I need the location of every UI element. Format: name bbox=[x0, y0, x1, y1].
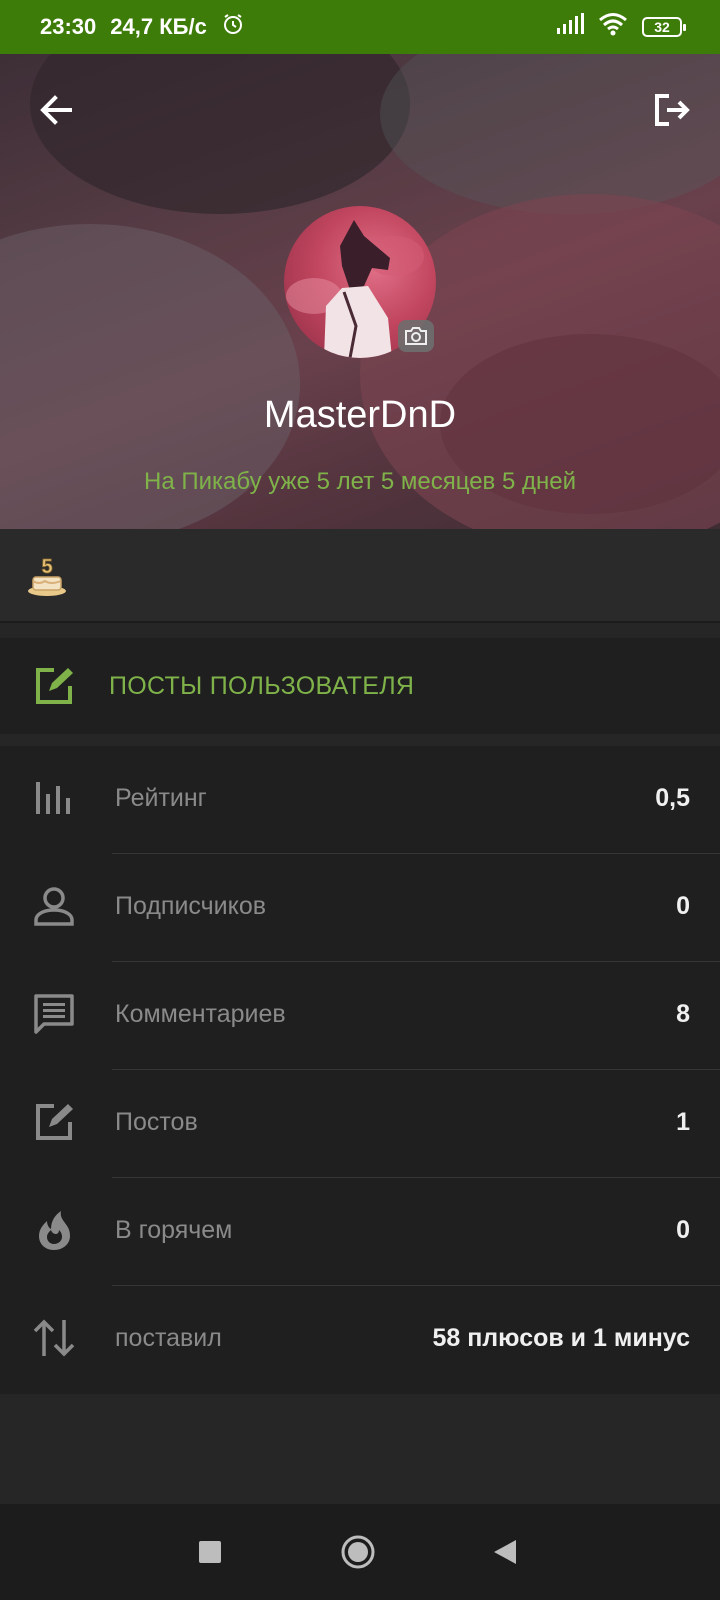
stat-value: 0,5 bbox=[655, 784, 690, 812]
alarm-icon bbox=[221, 12, 245, 42]
stats-list: Рейтинг 0,5 Подписчиков 0 Комментариев 8… bbox=[0, 746, 720, 1394]
signal-icon bbox=[556, 13, 584, 41]
logout-button[interactable] bbox=[648, 86, 696, 134]
stat-value: 1 bbox=[676, 1108, 690, 1136]
stat-value: 0 bbox=[676, 892, 690, 920]
five-years-cake-icon[interactable]: 5 bbox=[26, 551, 68, 597]
stat-row-subscribers[interactable]: Подписчиков 0 bbox=[0, 854, 720, 962]
arrow-left-icon bbox=[40, 95, 72, 125]
member-since: На Пикабу уже 5 лет 5 месяцев 5 дней bbox=[144, 468, 576, 495]
stat-row-comments[interactable]: Комментариев 8 bbox=[0, 962, 720, 1070]
back-button[interactable] bbox=[32, 86, 80, 134]
stat-row-posts[interactable]: Постов 1 bbox=[0, 1070, 720, 1178]
svg-text:5: 5 bbox=[41, 556, 52, 578]
wifi-icon bbox=[598, 12, 628, 42]
camera-icon[interactable] bbox=[398, 320, 434, 352]
network-speed: 24,7 КБ/с bbox=[110, 14, 207, 39]
stat-value: 0 bbox=[676, 1216, 690, 1244]
stat-label: Рейтинг bbox=[115, 784, 207, 812]
comment-icon bbox=[32, 992, 76, 1036]
logout-icon bbox=[655, 94, 690, 126]
sort-arrows-icon bbox=[32, 1316, 76, 1360]
stat-value: 58 плюсов и 1 минус bbox=[432, 1324, 690, 1352]
recents-button[interactable] bbox=[198, 1540, 222, 1569]
username: MasterDnD bbox=[263, 394, 457, 436]
profile-header: MasterDnD На Пикабу уже 5 лет 5 месяцев … bbox=[0, 54, 720, 529]
stat-value: 8 bbox=[676, 1000, 690, 1028]
circle-icon bbox=[341, 1535, 375, 1569]
stat-row-hot[interactable]: В горячем 0 bbox=[0, 1178, 720, 1286]
person-icon bbox=[32, 884, 76, 928]
awards-strip: 5 bbox=[0, 529, 720, 623]
stat-label: Подписчиков bbox=[115, 892, 267, 920]
battery-icon: 32 bbox=[642, 17, 686, 37]
status-bar: 23:30 24,7 КБ/с 32 bbox=[0, 0, 720, 54]
triangle-back-icon bbox=[494, 1540, 516, 1564]
edit-icon bbox=[34, 666, 74, 711]
edit-icon bbox=[32, 1100, 76, 1144]
rating-bars-icon bbox=[32, 776, 76, 820]
status-time: 23:30 bbox=[40, 14, 97, 39]
square-icon bbox=[199, 1541, 221, 1563]
user-posts-button[interactable]: ПОСТЫ ПОЛЬЗОВАТЕЛЯ bbox=[0, 638, 720, 734]
fire-icon bbox=[32, 1208, 76, 1252]
stat-row-votes: поставил 58 плюсов и 1 минус bbox=[0, 1286, 720, 1394]
stat-row-rating: Рейтинг 0,5 bbox=[0, 746, 720, 854]
home-button[interactable] bbox=[340, 1534, 376, 1575]
stat-label: поставил bbox=[115, 1324, 222, 1352]
stat-label: Постов bbox=[115, 1108, 198, 1136]
stat-label: Комментариев bbox=[115, 1000, 286, 1028]
user-posts-label: ПОСТЫ ПОЛЬЗОВАТЕЛЯ bbox=[109, 672, 415, 700]
system-nav-bar bbox=[0, 1504, 720, 1600]
stat-label: В горячем bbox=[115, 1216, 233, 1244]
back-nav-button[interactable] bbox=[492, 1538, 518, 1571]
